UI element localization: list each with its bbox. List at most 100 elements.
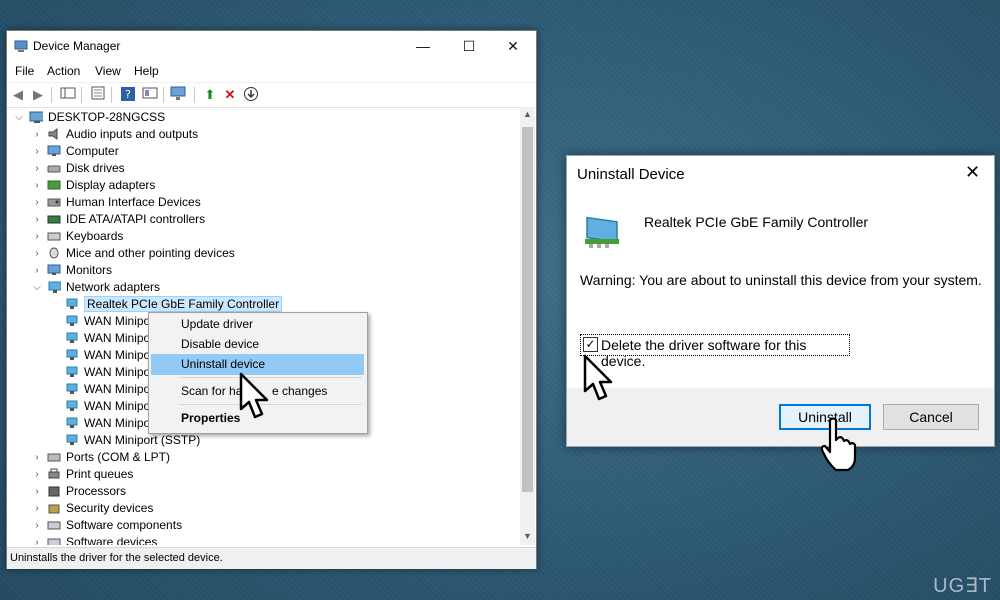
- dialog-close-icon[interactable]: ✕: [965, 162, 980, 183]
- network-adapter-icon: [65, 332, 79, 344]
- delete-driver-label: Delete the driver software for this devi…: [601, 337, 807, 369]
- chevron-right-icon[interactable]: ›: [32, 177, 42, 194]
- update-driver-icon[interactable]: ⬆: [201, 86, 219, 104]
- back-icon[interactable]: ◀: [9, 86, 27, 104]
- view-icon[interactable]: [141, 86, 159, 104]
- tree-item-ports-com-lpt[interactable]: › Ports (COM & LPT): [7, 449, 520, 466]
- processor-icon: [47, 485, 61, 497]
- chevron-right-icon[interactable]: ›: [32, 466, 42, 483]
- tree-item-label: WAN Minipo: [84, 365, 151, 379]
- tree-item-computer[interactable]: › Computer: [7, 143, 520, 160]
- forward-icon[interactable]: ▶: [29, 86, 47, 104]
- show-hide-console-tree-icon[interactable]: [59, 86, 77, 104]
- help-icon[interactable]: ?: [119, 86, 137, 104]
- device-manager-window: Device Manager — ☐ ✕ File Action View He…: [6, 30, 537, 569]
- dialog-title-bar[interactable]: Uninstall Device ✕: [567, 156, 994, 190]
- tree-item-label: WAN Minipo: [84, 416, 151, 430]
- menu-item-disable-device[interactable]: Disable device: [151, 334, 364, 355]
- chevron-down-icon[interactable]: ⌵: [32, 279, 42, 296]
- tree-item-mice-and-other-pointing-devices[interactable]: › Mice and other pointing devices: [7, 245, 520, 262]
- chevron-right-icon[interactable]: ›: [32, 143, 42, 160]
- chevron-down-icon[interactable]: ⌵: [14, 109, 24, 126]
- menu-file[interactable]: File: [15, 64, 34, 78]
- software-icon: [47, 519, 61, 531]
- tree-item-monitors[interactable]: › Monitors: [7, 262, 520, 279]
- tree-item-label: WAN Minipo: [84, 382, 151, 396]
- scroll-down-icon[interactable]: ▼: [523, 531, 532, 541]
- delete-driver-checkbox[interactable]: ✓: [583, 337, 598, 352]
- chevron-right-icon[interactable]: ›: [32, 262, 42, 279]
- uninstall-icon[interactable]: ✕: [221, 86, 239, 104]
- network-adapter-item[interactable]: Realtek PCIe GbE Family Controller: [7, 296, 520, 313]
- tree-item-human-interface-devices[interactable]: › Human Interface Devices: [7, 194, 520, 211]
- tree-item-label: Network adapters: [66, 280, 161, 294]
- chevron-right-icon[interactable]: ›: [32, 228, 42, 245]
- tree-item-disk-drives[interactable]: › Disk drives: [7, 160, 520, 177]
- display-icon: [47, 179, 61, 191]
- title-bar[interactable]: Device Manager — ☐ ✕: [7, 31, 536, 61]
- watermark-logo: UG∃T: [933, 575, 992, 597]
- mouse-pointer-icon: [239, 372, 269, 419]
- scroll-up-icon[interactable]: ▲: [523, 109, 532, 119]
- chevron-right-icon[interactable]: ›: [32, 245, 42, 262]
- network-adapter-icon: [48, 281, 61, 293]
- scan-hardware-icon[interactable]: [170, 86, 188, 104]
- close-icon: ✕: [507, 38, 519, 54]
- network-adapter-icon: [65, 366, 79, 378]
- download-icon[interactable]: [242, 86, 260, 104]
- tree-item-security-devices[interactable]: › Security devices: [7, 500, 520, 517]
- svg-text:?: ?: [125, 88, 131, 101]
- chevron-right-icon[interactable]: ›: [32, 126, 42, 143]
- tree-item-display-adapters[interactable]: › Display adapters: [7, 177, 520, 194]
- tree-item-processors[interactable]: › Processors: [7, 483, 520, 500]
- network-adapter-icon: [65, 383, 79, 395]
- port-icon: [47, 451, 61, 463]
- mouse-pointer-icon: [583, 354, 613, 401]
- minimize-button[interactable]: —: [400, 31, 446, 61]
- tree-item-label: WAN Minipo: [84, 314, 151, 328]
- chevron-right-icon[interactable]: ›: [32, 517, 42, 534]
- maximize-button[interactable]: ☐: [446, 31, 492, 61]
- menu-view[interactable]: View: [95, 64, 121, 78]
- tree-item-keyboards[interactable]: › Keyboards: [7, 228, 520, 245]
- delete-driver-checkbox-row[interactable]: ✓ Delete the driver software for this de…: [580, 334, 850, 369]
- properties-icon[interactable]: [89, 86, 107, 104]
- chevron-right-icon[interactable]: ›: [32, 160, 42, 177]
- menu-item-update-driver[interactable]: Update driver: [151, 314, 364, 335]
- tree-item-software-devices[interactable]: › Software devices: [7, 534, 520, 545]
- chevron-right-icon[interactable]: ›: [32, 449, 42, 466]
- chevron-right-icon[interactable]: ›: [32, 194, 42, 211]
- tree-item-audio-inputs-and-outputs[interactable]: › Audio inputs and outputs: [7, 126, 520, 143]
- chevron-right-icon[interactable]: ›: [32, 483, 42, 500]
- tree-root[interactable]: ⌵ DESKTOP-28NGCSS: [7, 109, 520, 126]
- tree-item-label: Processors: [66, 484, 127, 498]
- monitor-icon: [47, 145, 61, 157]
- tree-item-label: WAN Miniport (SSTP): [84, 433, 201, 447]
- network-adapter-icon: [585, 216, 619, 248]
- dialog-footer: Uninstall Cancel: [567, 388, 994, 446]
- chevron-right-icon[interactable]: ›: [32, 500, 42, 517]
- tree-item-label: Disk drives: [66, 161, 125, 175]
- maximize-icon: ☐: [462, 38, 476, 54]
- scrollbar-thumb[interactable]: [522, 127, 533, 492]
- menu-action[interactable]: Action: [47, 64, 80, 78]
- tree-item-label: IDE ATA/ATAPI controllers: [66, 212, 206, 226]
- network-adapter-item[interactable]: WAN Miniport (SSTP): [7, 432, 520, 449]
- tree-item-network-adapters[interactable]: ⌵ Network adapters: [7, 279, 520, 296]
- tree-item-label: Print queues: [66, 467, 134, 481]
- hand-pointer-icon: [820, 417, 857, 472]
- tree-item-ide-ata-atapi-controllers[interactable]: › IDE ATA/ATAPI controllers: [7, 211, 520, 228]
- network-adapter-icon: [65, 434, 79, 446]
- cancel-button[interactable]: Cancel: [883, 404, 979, 430]
- tree-item-label: Human Interface Devices: [66, 195, 201, 209]
- tree-item-label: Computer: [66, 144, 119, 158]
- tree-item-software-components[interactable]: › Software components: [7, 517, 520, 534]
- tree-item-label: Software components: [66, 518, 183, 532]
- close-button[interactable]: ✕: [490, 31, 536, 61]
- speaker-icon: [47, 128, 61, 140]
- menu-help[interactable]: Help: [134, 64, 159, 78]
- software-icon: [47, 536, 61, 545]
- tree-item-print-queues[interactable]: › Print queues: [7, 466, 520, 483]
- chevron-right-icon[interactable]: ›: [32, 211, 42, 228]
- chevron-right-icon[interactable]: ›: [32, 534, 42, 545]
